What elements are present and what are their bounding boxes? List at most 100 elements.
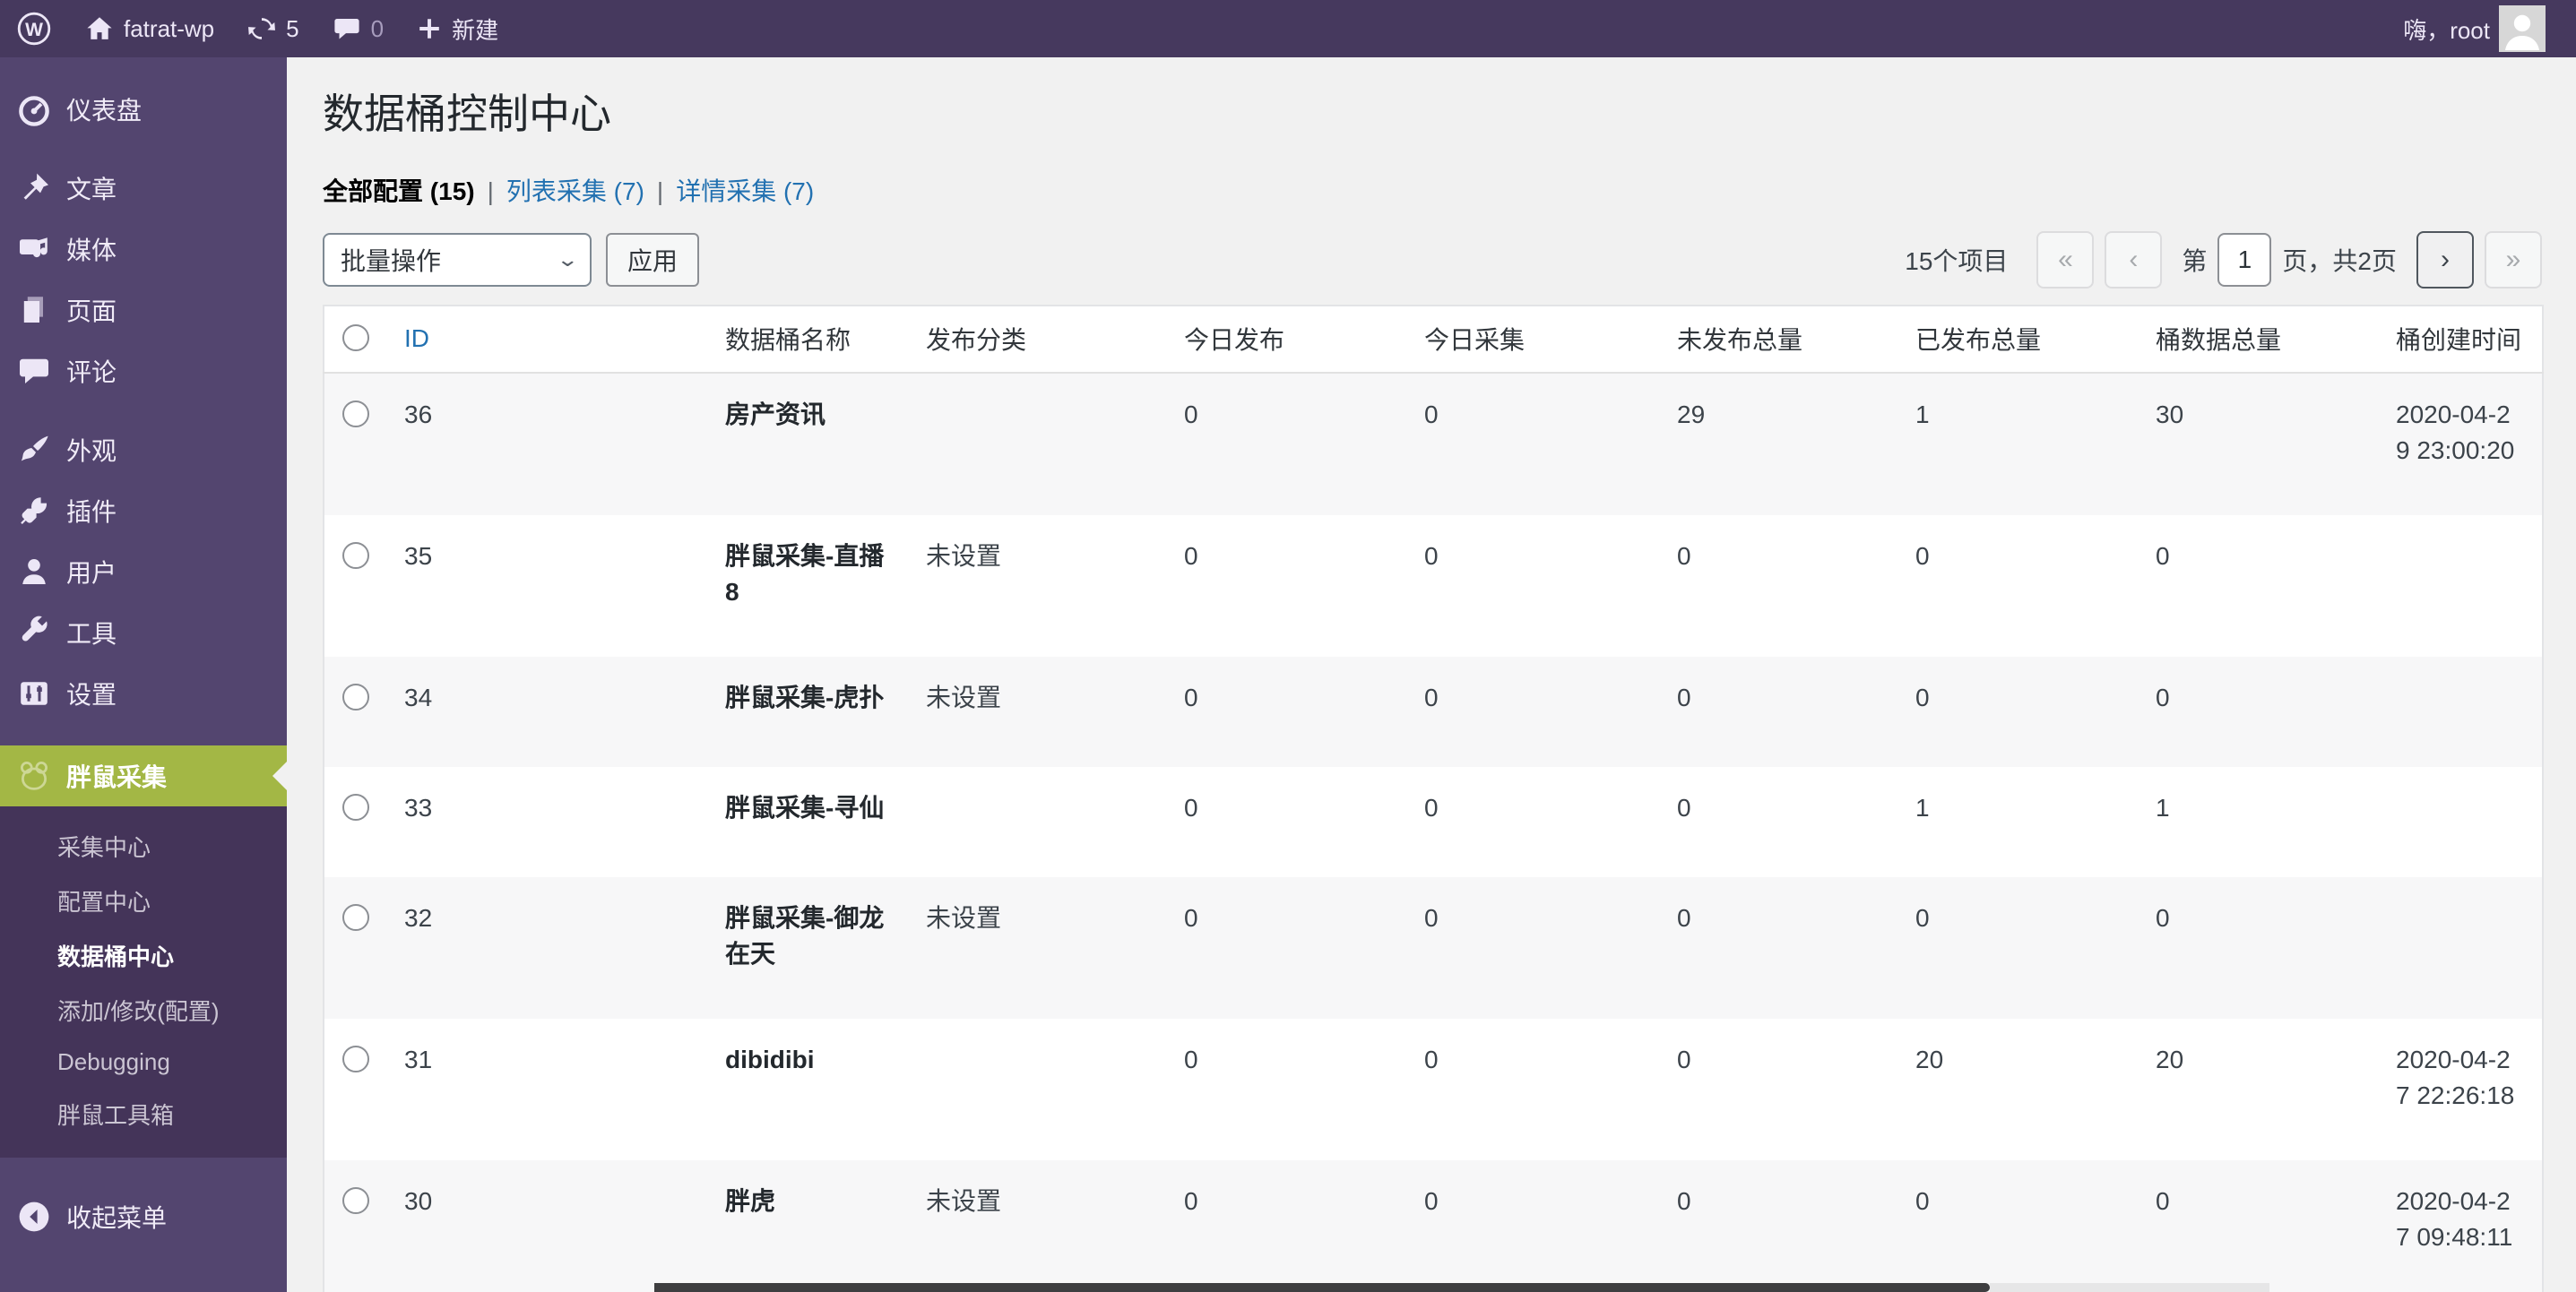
cell-bucket-total: 0 (2138, 657, 2378, 767)
sidebar-item-media[interactable]: 媒体 (0, 219, 287, 280)
sidebar-item-fatrat-collect[interactable]: 胖鼠采集 (0, 745, 287, 806)
sidebar-item-appearance[interactable]: 外观 (0, 419, 287, 480)
apply-button[interactable]: 应用 (606, 233, 699, 287)
cell-name: 胖鼠采集-虎扑 (707, 657, 908, 767)
row-checkbox[interactable] (342, 904, 369, 931)
sidebar-item-label: 文章 (66, 170, 117, 206)
cell-id: 36 (386, 373, 707, 515)
submenu-item[interactable]: 添加/修改(配置) (0, 983, 287, 1038)
pagination: 15个项目 « ‹ 第 页，共2页 › » (1905, 231, 2542, 289)
sidebar-item-label: 设置 (66, 676, 117, 711)
cell-today-publish: 0 (1166, 1160, 1406, 1292)
cell-bucket-total: 30 (2138, 373, 2378, 515)
sidebar-item-posts[interactable]: 文章 (0, 158, 287, 219)
row-select-cell (324, 657, 386, 767)
sidebar-item-tools[interactable]: 工具 (0, 602, 287, 663)
cell-name: 胖鼠采集-寻仙 (707, 767, 908, 877)
filter-link[interactable]: 列表采集 (7) (506, 177, 644, 205)
sidebar-item-pages[interactable]: 页面 (0, 280, 287, 340)
cell-today-collect: 0 (1406, 657, 1659, 767)
last-page-button[interactable]: » (2485, 231, 2542, 289)
row-checkbox[interactable] (342, 684, 369, 711)
cell-created (2378, 767, 2543, 877)
cell-created: 2020-04-27 09:48:11 (2378, 1160, 2543, 1292)
table-header-row: ID 数据桶名称 发布分类 今日发布 今日采集 未发布总量 已发布总量 桶数据总… (324, 306, 2543, 373)
cell-published-total: 0 (1897, 657, 2138, 767)
sidebar-item-settings[interactable]: 设置 (0, 663, 287, 724)
column-header-today-publish: 今日发布 (1166, 306, 1406, 373)
cell-today-collect: 0 (1406, 373, 1659, 515)
wordpress-admin: W fatrat-wp 5 0 (0, 0, 2576, 1292)
updates-menu[interactable]: 5 (230, 0, 315, 57)
sidebar-item-users[interactable]: 用户 (0, 541, 287, 602)
submenu-item[interactable]: 数据桶中心 (0, 928, 287, 983)
comments-menu[interactable]: 0 (316, 0, 400, 57)
cell-published-total: 0 (1897, 877, 2138, 1019)
row-checkbox[interactable] (342, 794, 369, 821)
column-header-id[interactable]: ID (386, 306, 707, 373)
row-checkbox[interactable] (342, 401, 369, 427)
cell-id: 32 (386, 877, 707, 1019)
select-all-cell (324, 306, 386, 373)
bulk-action-select[interactable]: 批量操作 ⌄ (323, 233, 592, 287)
sidebar-item-comments[interactable]: 评论 (0, 340, 287, 401)
dashboard-icon (16, 91, 52, 127)
my-account-menu[interactable]: 嗨，root (2387, 0, 2562, 57)
sidebar-item-label: 评论 (66, 353, 117, 389)
filter-count: (15) (430, 177, 475, 205)
filter-link[interactable]: 详情采集 (7) (676, 177, 814, 205)
updates-icon (246, 13, 277, 44)
svg-text:W: W (25, 20, 43, 40)
cell-today-publish: 0 (1166, 767, 1406, 877)
submenu-item[interactable]: Debugging (0, 1038, 287, 1087)
sidebar-item-dashboard[interactable]: 仪表盘 (0, 79, 287, 140)
submenu-item[interactable]: 胖鼠工具箱 (0, 1087, 287, 1141)
row-select-cell (324, 515, 386, 657)
cell-bucket-total: 0 (2138, 1160, 2378, 1292)
collapse-menu-button[interactable]: 收起菜单 (0, 1186, 287, 1247)
admin-bar: W fatrat-wp 5 0 (0, 0, 2576, 57)
filter-links: 全部配置 (15)|列表采集 (7)|详情采集 (7) (323, 172, 2542, 208)
submenu-item[interactable]: 配置中心 (0, 874, 287, 928)
table-row: 31 dibidibi 0 0 0 20 20 2020-04-27 22:26… (324, 1019, 2543, 1160)
admin-bar-left: W fatrat-wp 5 0 (0, 0, 514, 57)
cell-published-total: 20 (1897, 1019, 2138, 1160)
cell-category (908, 373, 1166, 515)
cell-today-publish: 0 (1166, 877, 1406, 1019)
table-row: 36 房产资讯 0 0 29 1 30 2020-04-29 23:00:20 (324, 373, 2543, 515)
wordpress-logo-icon: W (16, 11, 52, 47)
sidebar-item-label: 仪表盘 (66, 91, 142, 127)
row-checkbox[interactable] (342, 1046, 369, 1072)
site-name-menu[interactable]: fatrat-wp (68, 0, 230, 57)
submenu-item[interactable]: 采集中心 (0, 819, 287, 874)
cell-name: 胖鼠采集-直播8 (707, 515, 908, 657)
current-page-input[interactable] (2217, 233, 2271, 287)
sidebar-item-plugins[interactable]: 插件 (0, 480, 287, 541)
filter-link[interactable]: 全部配置 (15) (323, 177, 475, 205)
column-header-today-collect: 今日采集 (1406, 306, 1659, 373)
cell-category: 未设置 (908, 877, 1166, 1019)
sidebar-item-label: 用户 (66, 554, 117, 590)
table-row: 30 胖虎 未设置 0 0 0 0 0 2020-04-27 09:48:11 (324, 1160, 2543, 1292)
collapse-menu-label: 收起菜单 (66, 1199, 167, 1235)
wordpress-logo[interactable]: W (0, 0, 68, 57)
column-header-category: 发布分类 (908, 306, 1166, 373)
filter-count: (7) (614, 177, 644, 205)
avatar (2499, 5, 2546, 52)
plus-icon (416, 15, 443, 42)
next-page-button[interactable]: › (2416, 231, 2474, 289)
cell-published-total: 1 (1897, 373, 2138, 515)
select-all-checkbox[interactable] (342, 324, 369, 351)
filter-label: 全部配置 (323, 177, 423, 205)
column-header-published: 已发布总量 (1897, 306, 2138, 373)
table-row: 32 胖鼠采集-御龙在天 未设置 0 0 0 0 0 (324, 877, 2543, 1019)
column-header-bucket-total: 桶数据总量 (2138, 306, 2378, 373)
new-label: 新建 (452, 13, 498, 46)
row-select-cell (324, 1160, 386, 1292)
row-checkbox[interactable] (342, 1187, 369, 1214)
new-content-menu[interactable]: 新建 (400, 0, 514, 57)
cell-published-total: 0 (1897, 515, 2138, 657)
row-checkbox[interactable] (342, 542, 369, 569)
admin-menu: 仪表盘文章媒体页面评论外观插件用户工具设置胖鼠采集 (0, 57, 287, 806)
cell-category: 未设置 (908, 1160, 1166, 1292)
